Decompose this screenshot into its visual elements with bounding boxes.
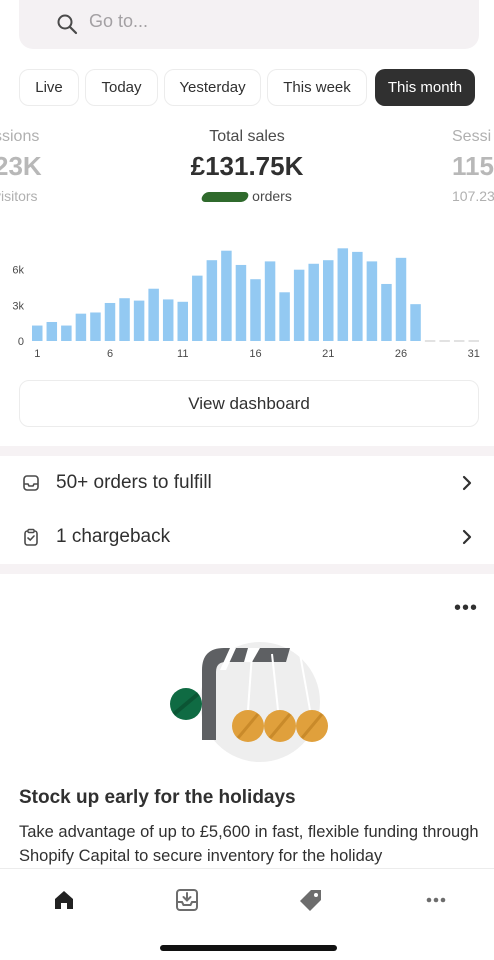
chargeback-label: 1 chargeback xyxy=(56,526,171,547)
chart-bar[interactable] xyxy=(61,325,72,341)
clipboard-check-icon xyxy=(24,528,38,546)
stat-value: £131.75K xyxy=(190,151,304,181)
stat-label: Sessi xyxy=(452,128,492,145)
chart-bar[interactable] xyxy=(366,261,378,341)
x-tick-label: 31 xyxy=(468,348,480,360)
stat-sessions-left[interactable]: ssions 23K visitors xyxy=(0,128,54,204)
tab-today[interactable]: Today xyxy=(85,69,158,106)
stat-sessions-right[interactable]: Sessi 115 107.23 xyxy=(452,128,494,204)
chart-bar[interactable] xyxy=(381,283,392,341)
chevron-right-icon xyxy=(462,529,472,545)
orders-to-fulfill-row[interactable]: 50+ orders to fulfill xyxy=(0,458,494,508)
stat-sub: visitors xyxy=(0,188,38,204)
home-icon[interactable] xyxy=(51,887,77,913)
chart-bar[interactable] xyxy=(250,279,261,341)
chart-bar[interactable] xyxy=(352,251,363,341)
chart-bar[interactable] xyxy=(177,301,189,341)
date-range-tabs: Live Today Yesterday This week This mont… xyxy=(19,69,494,106)
chart-bar[interactable] xyxy=(264,261,276,341)
y-tick-label: 3k xyxy=(12,300,24,312)
stat-value: 23K xyxy=(0,151,42,181)
x-tick-label: 16 xyxy=(249,348,261,360)
section-divider xyxy=(0,446,494,456)
chart-bar[interactable] xyxy=(293,269,305,341)
tab-live[interactable]: Live xyxy=(19,69,79,106)
stat-orders: orders xyxy=(147,188,347,204)
search-icon xyxy=(57,14,78,35)
chart-bar[interactable] xyxy=(308,263,319,341)
chart-bar[interactable] xyxy=(133,300,145,341)
x-tick-label: 1 xyxy=(34,348,40,360)
more-options-icon[interactable]: ••• xyxy=(454,597,478,620)
tab-this-week[interactable]: This week xyxy=(267,69,367,106)
chart-bar[interactable] xyxy=(410,304,421,341)
x-tick-label: 6 xyxy=(107,348,113,360)
chart-bar[interactable] xyxy=(75,313,87,341)
stat-total-sales[interactable]: Total sales £131.75K orders xyxy=(147,128,347,204)
inbox-download-icon[interactable] xyxy=(174,887,200,913)
chart-bar[interactable] xyxy=(337,248,349,341)
y-tick-label: 6k xyxy=(12,265,24,277)
section-divider xyxy=(0,564,494,574)
search-bar[interactable] xyxy=(19,0,479,49)
chart-bar[interactable] xyxy=(32,325,43,341)
chart-bar[interactable] xyxy=(395,257,407,341)
chart-bar[interactable] xyxy=(206,260,218,341)
chart-bar[interactable] xyxy=(279,292,290,341)
stat-label: ssions xyxy=(0,128,40,145)
chart-bar[interactable] xyxy=(323,260,334,341)
chart-bar[interactable] xyxy=(221,250,232,341)
chargeback-row[interactable]: 1 chargeback xyxy=(0,512,494,562)
chart-bar[interactable] xyxy=(235,264,247,341)
bottom-navigation xyxy=(0,868,494,960)
x-tick-label: 21 xyxy=(322,348,334,360)
stat-sub: orders xyxy=(252,188,292,204)
tag-icon[interactable] xyxy=(298,887,324,913)
tab-yesterday[interactable]: Yesterday xyxy=(164,69,261,106)
chart-bar[interactable] xyxy=(46,321,58,341)
tab-this-month[interactable]: This month xyxy=(375,69,475,106)
sales-bar-chart[interactable]: 03k6k1 6 11 16 21 26 31 xyxy=(0,225,494,365)
search-input[interactable] xyxy=(89,11,449,32)
chart-bar[interactable] xyxy=(162,299,174,341)
view-dashboard-button[interactable]: View dashboard xyxy=(19,380,479,427)
newtons-cradle-illustration xyxy=(170,642,328,762)
x-tick-label: 26 xyxy=(395,348,407,360)
more-icon[interactable] xyxy=(423,887,449,913)
chevron-right-icon xyxy=(462,475,472,491)
promo-title: Stock up early for the holidays xyxy=(19,787,296,808)
home-indicator xyxy=(160,945,337,951)
inbox-icon xyxy=(23,475,39,491)
chart-bar[interactable] xyxy=(192,275,203,341)
y-tick-label: 0 xyxy=(18,336,24,348)
chart-bar[interactable] xyxy=(104,302,116,341)
chart-bar[interactable] xyxy=(119,298,130,341)
redacted-scribble xyxy=(200,192,250,203)
stat-value: 115 xyxy=(452,151,494,181)
stat-label: Total sales xyxy=(209,128,285,145)
chart-bar[interactable] xyxy=(90,312,101,341)
stat-sub: 107.23 xyxy=(452,188,494,204)
promo-body: Take advantage of up to £5,600 in fast, … xyxy=(19,823,479,865)
orders-to-fulfill-label: 50+ orders to fulfill xyxy=(56,472,212,493)
chart-bar[interactable] xyxy=(148,288,159,341)
x-tick-label: 11 xyxy=(177,348,188,360)
